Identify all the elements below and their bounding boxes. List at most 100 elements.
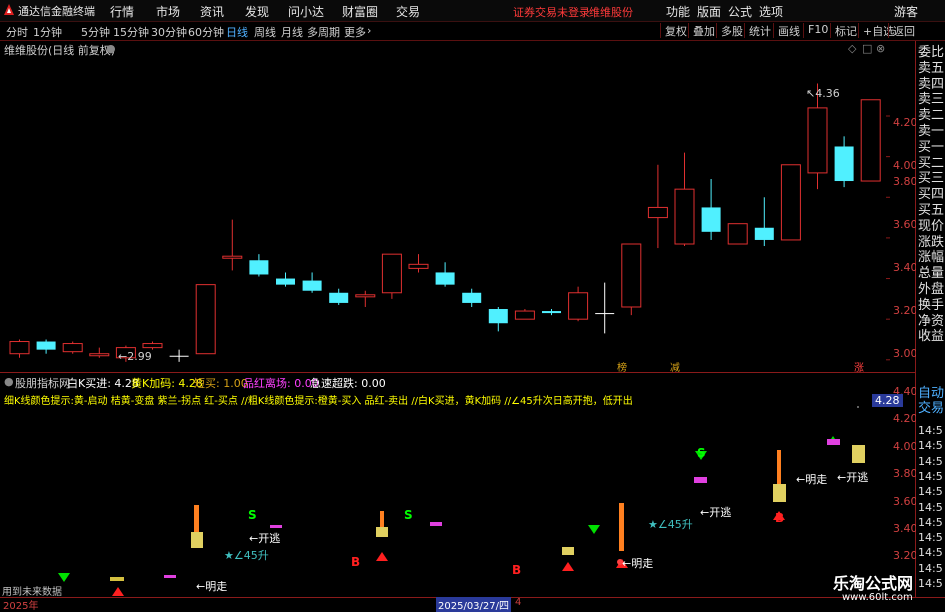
candle[interactable] [514,309,535,320]
menu-hangqing[interactable]: 行情 [110,3,134,20]
indicator-dropdown-icon[interactable]: ● [4,375,14,388]
candle[interactable] [780,164,801,241]
candlestick-chart[interactable] [0,41,890,372]
candle-body [9,341,30,355]
toolbar-f10[interactable]: F10 [803,23,832,38]
period-monthly[interactable]: 月线 [281,24,303,40]
period-15min[interactable]: 15分钟 [113,24,149,40]
toolbar-tongji[interactable]: 统计 [744,23,775,38]
candle[interactable] [381,253,402,299]
candle[interactable] [860,99,881,182]
tag-jian[interactable]: 减 [670,359,680,374]
menu-faxian[interactable]: 发现 [245,3,269,20]
candle[interactable] [249,254,269,277]
period-more[interactable]: 更多 [344,24,366,40]
candle[interactable] [542,309,561,316]
candle-body [542,311,561,314]
menu-banmian[interactable]: 版面 [697,3,721,20]
candle[interactable] [674,152,695,247]
side-quote-item[interactable]: 委比 [918,46,944,60]
period-1min[interactable]: 1分钟 [33,24,62,40]
menu-jiaoyi[interactable]: 交易 [396,3,420,20]
menu-gongneng[interactable]: 功能 [666,3,690,20]
toolbar-huaxian[interactable]: 画线 [773,23,804,38]
guest-button[interactable]: 游客 [894,3,918,20]
candle[interactable] [9,339,30,358]
candle[interactable] [355,290,376,307]
indicator-value-label: 黄K加码: [131,377,175,390]
candle[interactable] [169,349,189,362]
toolbar-fuquan[interactable]: 复权 [660,23,691,38]
candle[interactable] [621,243,642,316]
side-quote-item[interactable]: 净资 [918,314,944,329]
candle[interactable] [142,341,163,350]
indicator-value-1: 黄K加码: 4.28 [131,375,203,391]
period-5min[interactable]: 5分钟 [81,24,110,40]
candle[interactable] [408,254,429,273]
menu-shichang[interactable]: 市场 [156,3,180,20]
candle[interactable] [62,341,83,354]
candle[interactable] [834,136,854,188]
period-toolbar: 分时 1分钟 5分钟 15分钟 30分钟 60分钟 日线 周线 月线 多周期 更… [0,22,945,41]
candle[interactable] [276,272,295,287]
side-quote-item[interactable]: 卖一 [918,125,944,139]
menu-caifuquan[interactable]: 财富圈 [342,3,378,20]
period-weekly[interactable]: 周线 [254,24,276,40]
candle[interactable] [222,219,243,271]
side-quote-item[interactable]: 买三 [918,172,944,186]
indicator-value-label: 急速超跌: [310,377,358,390]
side-quote-item[interactable]: 外盘 [918,283,944,297]
side-quote-item[interactable]: 买一 [918,140,944,155]
period-daily[interactable]: 日线 [226,24,248,40]
side-quote-item[interactable]: 买四 [918,188,944,202]
menu-zixun[interactable]: 资讯 [200,3,224,20]
menu-wenxiaoda[interactable]: 问小达 [288,3,324,20]
candle[interactable] [754,197,774,247]
candle[interactable] [568,286,589,322]
menu-xuanxiang[interactable]: 选项 [759,3,783,20]
period-30min[interactable]: 30分钟 [151,24,187,40]
indicator-name[interactable]: 股朋指标网 [15,375,70,391]
indicator-chart[interactable] [0,405,890,597]
toolbar-biaoji[interactable]: 标记 [830,23,861,38]
candle[interactable] [647,164,668,249]
side-time-item: 14:5 [918,515,943,529]
candle[interactable] [435,262,455,287]
pane-divider[interactable] [0,372,915,373]
side-quote-item[interactable]: 买二 [918,156,944,171]
candle[interactable] [595,282,615,334]
login-warning[interactable]: 证券交易未登录 [513,4,590,20]
chevron-right-icon[interactable]: › [367,24,371,37]
side-quote-item[interactable]: 卖三 [918,93,944,107]
toolbar-fanhui[interactable]: 返回 [888,23,919,38]
tag-bang[interactable]: 榜 [617,359,627,374]
candle[interactable] [302,272,322,293]
tag-zhang[interactable]: 涨 [854,359,864,374]
side-quote-item[interactable]: 换手 [918,298,944,313]
side-lower-item[interactable]: 自动 [918,387,944,401]
candle[interactable] [462,288,482,307]
candle[interactable] [488,306,508,332]
side-quote-item[interactable]: 涨跌 [918,235,944,250]
toolbar-diejia[interactable]: 叠加 [688,23,719,38]
candle[interactable] [329,288,349,305]
candle[interactable] [195,284,216,355]
side-quote-item[interactable]: 买五 [918,204,944,218]
side-quote-item[interactable]: 涨幅 [918,251,944,265]
menu-gongshi[interactable]: 公式 [728,3,752,20]
side-quote-item[interactable]: 现价 [918,219,944,234]
side-quote-item[interactable]: 卖四 [918,77,944,92]
side-quote-item[interactable]: 收益 [918,330,944,344]
period-multi[interactable]: 多周期 [307,24,340,40]
period-60min[interactable]: 60分钟 [188,24,224,40]
candle[interactable] [701,178,721,240]
candle[interactable] [89,347,110,358]
period-fenshi[interactable]: 分时 [6,24,28,40]
candle[interactable] [36,339,56,354]
candle[interactable] [727,223,748,245]
toolbar-duogu[interactable]: 多股 [716,23,747,38]
side-quote-item[interactable]: 卖五 [918,61,944,76]
side-lower-item[interactable]: 交易 [918,402,944,416]
side-quote-item[interactable]: 卖二 [918,109,944,123]
side-quote-item[interactable]: 总量 [918,267,944,281]
